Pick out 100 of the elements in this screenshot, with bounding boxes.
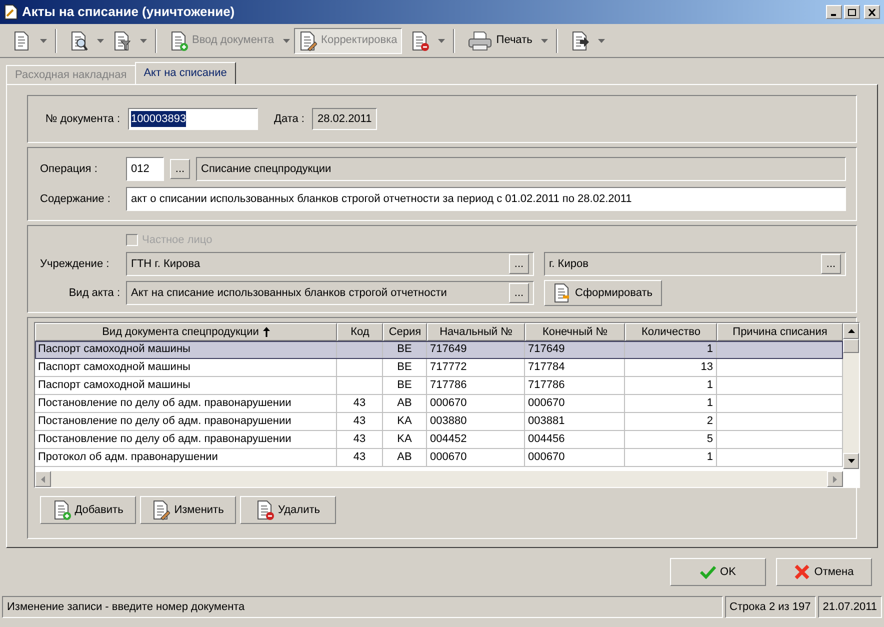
up-arrow-icon xyxy=(848,329,854,333)
field-label: Операция : xyxy=(40,162,98,177)
scroll-thumb[interactable] xyxy=(843,339,859,353)
field-label: Содержание : xyxy=(40,192,112,207)
table-row[interactable]: Паспорт самоходной машины BE 717649 717649 1 xyxy=(35,341,843,359)
table-cell: KA xyxy=(397,433,412,445)
table-row[interactable]: Постановление по делу об адм. правонарушении 43 KA 003880 003881 2 xyxy=(35,413,843,431)
table-cell: 1 xyxy=(706,451,713,463)
scroll-right-button[interactable] xyxy=(827,471,843,487)
table-cell: 717649 xyxy=(430,343,467,355)
table-action-button[interactable]: Изменить xyxy=(140,496,236,524)
table-cell: Паспорт самоходной машины xyxy=(38,343,190,355)
table-cell: BE xyxy=(397,343,412,355)
scroll-left-button[interactable] xyxy=(35,471,51,487)
dialog-button[interactable]: OK xyxy=(670,558,766,586)
operation-code-field[interactable]: 012 xyxy=(126,157,164,181)
column-header[interactable]: Начальный № xyxy=(427,323,525,341)
window-title: Акты на списание (уничтожение) xyxy=(22,3,235,22)
column-header[interactable]: Серия xyxy=(383,323,427,341)
column-header[interactable]: Вид документа спецпродукции xyxy=(35,323,337,341)
field-label: Учреждение : xyxy=(40,257,110,272)
table-cell: 717772 xyxy=(430,361,467,373)
table-cell: 717786 xyxy=(430,379,467,391)
table-cell: 43 xyxy=(353,433,366,445)
close-icon xyxy=(868,8,876,16)
document-magnifier-icon xyxy=(70,30,88,50)
tab[interactable]: Акт на списание xyxy=(134,62,236,84)
document-minus-icon xyxy=(256,500,274,520)
table-cell: 43 xyxy=(353,415,366,427)
status-bar-panel: Строка 2 из 197 xyxy=(724,596,816,618)
column-header[interactable]: Код xyxy=(337,323,383,341)
table-row[interactable]: Паспорт самоходной машины BE 717772 717784 13 xyxy=(35,359,843,377)
minimize-button[interactable] xyxy=(826,5,842,19)
document-pencil-icon xyxy=(299,30,318,50)
document-plus-icon xyxy=(170,30,188,50)
scroll-down-button[interactable] xyxy=(843,453,859,469)
browse-button[interactable]: ... xyxy=(170,159,190,179)
institution-field: ГТН г. Кирова ... xyxy=(126,252,534,276)
table-cell: 1 xyxy=(706,397,713,409)
document-plus-icon xyxy=(52,500,71,520)
column-header[interactable]: Конечный № xyxy=(525,323,625,341)
sort-arrow-icon xyxy=(262,327,270,337)
cross-icon xyxy=(794,564,810,580)
table-row[interactable]: Паспорт самоходной машины BE 717786 717786 1 xyxy=(35,377,843,395)
table-cell: AB xyxy=(397,397,412,409)
right-arrow-icon xyxy=(833,476,837,482)
document-icon xyxy=(4,4,18,20)
document-pencil-icon xyxy=(152,500,170,520)
maximize-icon xyxy=(848,8,856,16)
table-cell: 717786 xyxy=(528,379,565,391)
table-cell: 2 xyxy=(706,415,713,427)
table-cell: Постановление по делу об адм. правонарушении xyxy=(38,433,292,445)
table-cell: 13 xyxy=(700,361,713,373)
document-minus-icon xyxy=(411,30,430,50)
toolbar-button[interactable]: Печать xyxy=(463,28,538,54)
table-row[interactable]: Постановление по делу об адм. правонарушении 43 AB 000670 000670 1 xyxy=(35,395,843,413)
table-cell: BE xyxy=(397,361,412,373)
vertical-scrollbar[interactable] xyxy=(843,323,859,469)
table-row[interactable]: Постановление по делу об адм. правонарушении 43 KA 004452 004456 5 xyxy=(35,431,843,449)
close-button[interactable] xyxy=(864,5,880,19)
table-cell: Протокол об адм. правонарушении xyxy=(38,451,218,463)
table-row[interactable]: Протокол об адм. правонарушении 43 AB 000670 000670 1 xyxy=(35,449,843,467)
table-action-button[interactable]: Удалить xyxy=(240,496,336,524)
browse-button[interactable]: ... xyxy=(509,254,529,274)
list-document-icon xyxy=(13,30,31,50)
column-header[interactable]: Количество xyxy=(625,323,717,341)
table-cell: 717784 xyxy=(528,361,565,373)
table-cell: Паспорт самоходной машины xyxy=(38,361,190,373)
table-cell: KA xyxy=(397,415,412,427)
document-number-field[interactable]: 100003893 xyxy=(128,108,258,130)
column-header[interactable]: Причина списания xyxy=(717,323,843,341)
table-cell: 717649 xyxy=(528,343,565,355)
status-bar-panel: Изменение записи - введите номер документа xyxy=(2,596,723,618)
horizontal-scrollbar[interactable] xyxy=(35,471,843,487)
browse-button[interactable]: ... xyxy=(821,254,841,274)
city-field: г. Киров ... xyxy=(544,252,846,276)
table-cell: 003881 xyxy=(528,415,565,427)
table-cell: 1 xyxy=(706,379,713,391)
scroll-up-button[interactable] xyxy=(843,323,859,339)
status-bar-panel: 21.07.2011 xyxy=(818,596,882,618)
document-arrow-icon xyxy=(571,30,590,50)
table-cell: BE xyxy=(397,379,412,391)
table-action-button[interactable]: Добавить xyxy=(40,496,136,524)
act-type-field: Акт на списание использованных бланков строгой отчетности ... xyxy=(126,281,534,306)
printer-icon xyxy=(468,30,492,50)
browse-button[interactable]: ... xyxy=(509,283,529,304)
table-cell: 000670 xyxy=(430,451,467,463)
field-label: Дата : xyxy=(274,112,304,127)
table-cell: Постановление по делу об адм. правонарушении xyxy=(38,415,292,427)
table-cell: 1 xyxy=(706,343,713,355)
field-label: № документа : xyxy=(44,112,120,127)
generate-button[interactable]: Сформировать xyxy=(544,280,662,306)
table-cell: 5 xyxy=(706,433,713,445)
table-cell: 000670 xyxy=(430,397,467,409)
table-cell: 43 xyxy=(353,451,366,463)
dialog-button[interactable]: Отмена xyxy=(776,558,872,586)
content-field[interactable]: акт о списании использованных бланков строгой отчетности за период с 01.02.2011 по 28.02.2011 xyxy=(126,187,846,211)
maximize-button[interactable] xyxy=(844,5,860,19)
operation-name-field: Списание спецпродукции xyxy=(196,157,846,181)
table-cell: AB xyxy=(397,451,412,463)
